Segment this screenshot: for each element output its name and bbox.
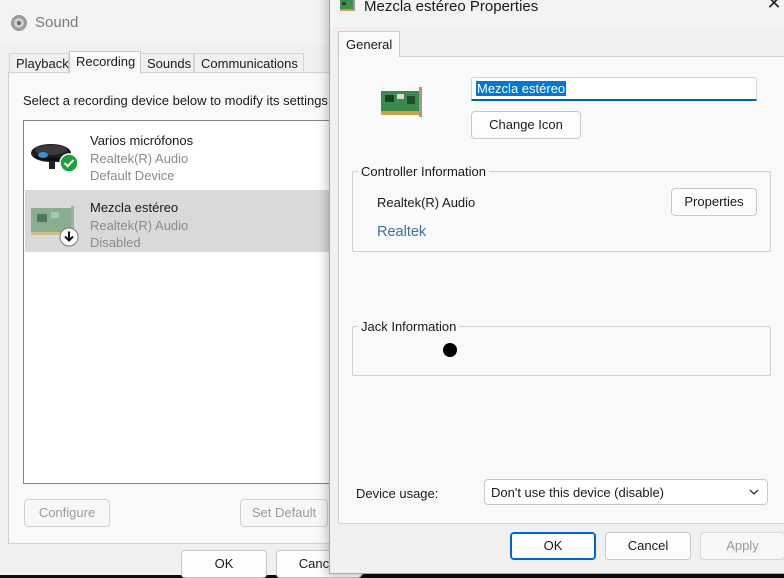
apply-button[interactable]: Apply <box>700 532 784 560</box>
device-usage-dropdown[interactable]: Don't use this device (disable) <box>484 479 768 505</box>
properties-dialog: Mezcla estéreo Properties ✕ General Mezc… <box>329 0 784 574</box>
list-item-varios-microfonos[interactable]: Varios micrófonos Realtek(R) Audio Defau… <box>25 123 365 185</box>
ok-button[interactable]: OK <box>510 532 596 560</box>
device-usage-value: Don't use this device (disable) <box>491 485 665 500</box>
device-name-selected-text: Mezcla estéreo <box>476 81 567 96</box>
green-check-icon <box>59 153 79 173</box>
device-status: Default Device <box>90 168 175 183</box>
device-driver: Realtek(R) Audio <box>90 218 189 233</box>
device-name: Mezcla estéreo <box>90 200 179 215</box>
device-driver: Realtek(R) Audio <box>90 151 189 166</box>
sound-dialog: Sound Playback Recording Sounds Communic… <box>0 0 365 578</box>
tab-sounds[interactable]: Sounds <box>140 53 194 73</box>
device-name: Varios micrófonos <box>90 133 194 148</box>
recording-instruction: Select a recording device below to modif… <box>23 93 332 108</box>
list-item-mezcla-estereo[interactable]: Mezcla estéreo Realtek(R) Audio Disabled <box>25 190 365 252</box>
speaker-icon <box>11 15 27 31</box>
controller-properties-button[interactable]: Properties <box>671 188 757 216</box>
properties-window-title: Mezcla estéreo Properties <box>364 0 539 15</box>
tab-communications[interactable]: Communications <box>194 53 304 73</box>
change-icon-button[interactable]: Change Icon <box>471 111 581 139</box>
device-name-field[interactable]: Mezcla estéreo <box>471 77 757 101</box>
sound-card-icon <box>340 0 355 11</box>
cancel-button[interactable]: Cancel <box>605 532 691 560</box>
device-usage-label: Device usage: <box>356 486 439 501</box>
jack-color-indicator <box>443 343 457 357</box>
sound-card-icon <box>381 87 422 117</box>
sound-window-title: Sound <box>35 14 79 31</box>
recording-device-list[interactable]: Varios micrófonos Realtek(R) Audio Defau… <box>23 120 365 484</box>
set-default-button[interactable]: Set Default <box>240 499 328 527</box>
close-icon[interactable]: ✕ <box>764 0 784 14</box>
tab-general[interactable]: General <box>338 31 401 57</box>
sound-titlebar: Sound <box>0 0 362 46</box>
properties-titlebar[interactable]: Mezcla estéreo Properties ✕ <box>330 0 784 27</box>
realtek-link[interactable]: Realtek <box>377 224 426 240</box>
configure-button[interactable]: Configure <box>24 499 110 527</box>
tab-recording[interactable]: Recording <box>69 51 141 74</box>
jack-information-label: Jack Information <box>358 319 460 334</box>
controller-information-label: Controller Information <box>358 164 489 179</box>
down-arrow-icon <box>59 227 79 247</box>
sound-ok-button[interactable]: OK <box>181 550 267 578</box>
chevron-down-icon <box>749 489 759 495</box>
controller-name: Realtek(R) Audio <box>377 195 476 210</box>
tab-playback[interactable]: Playback <box>9 53 69 73</box>
device-status: Disabled <box>90 235 141 250</box>
